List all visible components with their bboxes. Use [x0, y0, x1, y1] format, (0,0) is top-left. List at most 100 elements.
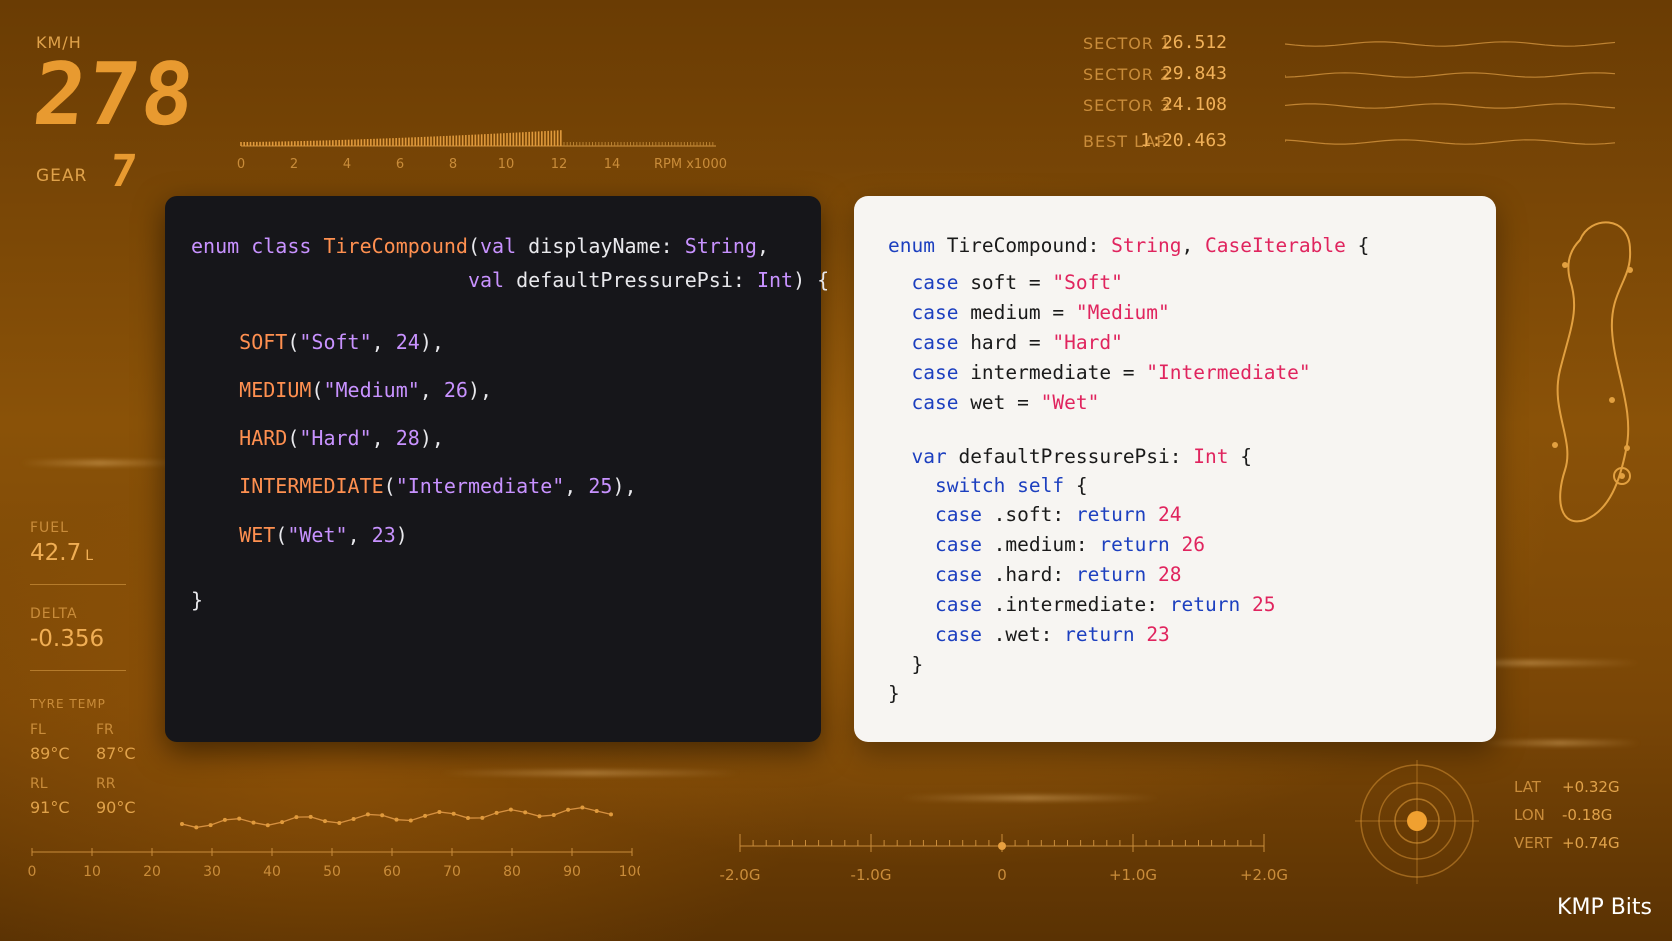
- code-line: WET("Wet", 23): [191, 522, 408, 548]
- axis-tick-label: 20: [143, 864, 161, 880]
- code-token: hard =: [970, 331, 1053, 354]
- code-line: case .medium: return 26: [888, 532, 1205, 558]
- sparkline-point: [208, 823, 213, 828]
- axis-tick-label: 50: [323, 864, 341, 880]
- sparkline-point: [480, 815, 485, 820]
- rpm-tick-label: 6: [396, 157, 404, 172]
- sparkline-point: [265, 823, 270, 828]
- light-streak: [1480, 740, 1640, 746]
- code-line: val defaultPressurePsi: Int) {: [191, 267, 829, 293]
- rpm-tick-label: 10: [498, 157, 515, 172]
- g-axis-marker: [998, 842, 1006, 850]
- sparkline-point: [180, 822, 184, 826]
- axis-tick-label: 40: [263, 864, 281, 880]
- code-token: INTERMEDIATE: [239, 474, 384, 498]
- code-line: }: [888, 681, 900, 707]
- code-token: .intermediate:: [993, 593, 1170, 616]
- tyre-position: RL: [30, 776, 48, 792]
- code-token: case: [934, 563, 994, 586]
- code-token: 25: [1251, 593, 1276, 616]
- code-token: 28: [395, 426, 420, 450]
- code-line: }: [888, 652, 923, 678]
- code-line: case medium = "Medium": [888, 300, 1169, 326]
- tyre-position: FR: [96, 722, 114, 738]
- code-token: val: [480, 234, 529, 258]
- code-token: ),: [467, 378, 493, 402]
- sector-time: 26.512: [1161, 32, 1227, 53]
- sector-trace: [1285, 103, 1616, 109]
- code-token: .soft:: [993, 503, 1076, 526]
- sparkline-point: [609, 812, 613, 817]
- sparkline-point: [523, 810, 528, 815]
- rpm-tick-label: 14: [604, 157, 621, 172]
- code-token: return: [1099, 533, 1182, 556]
- sector-label: SECTOR 1: [1083, 34, 1172, 53]
- tyre-position: RR: [96, 776, 116, 792]
- code-token: case: [911, 361, 971, 384]
- track-map: [1552, 221, 1633, 523]
- sparkline-point: [237, 816, 242, 821]
- tyre-temp: 89°C: [30, 744, 70, 763]
- code-token: enum class: [191, 234, 324, 258]
- code-token: 25: [588, 474, 613, 498]
- delta-value: -0.356: [30, 626, 105, 652]
- sparkline-point: [423, 813, 428, 818]
- code-token: ,: [371, 330, 396, 354]
- code-token: }: [888, 682, 900, 705]
- code-token: 23: [371, 523, 396, 547]
- code-line: enum class TireCompound(val displayName:…: [191, 233, 769, 259]
- sparkline-point: [594, 808, 599, 813]
- code-token: (: [275, 523, 288, 547]
- sector-trace: [1285, 72, 1616, 78]
- divider: [30, 584, 126, 585]
- code-token: ,: [564, 474, 589, 498]
- sector-time: 29.843: [1161, 63, 1227, 84]
- code-line: enum TireCompound: String, CaseIterable …: [888, 233, 1369, 259]
- rpm-tick-label: 8: [449, 157, 457, 172]
- code-token: HARD: [239, 426, 288, 450]
- g-axis-tick-label: -1.0G: [851, 866, 892, 882]
- code-token: ): [395, 523, 408, 547]
- code-token: WET: [239, 523, 276, 547]
- brand-logo-text: KMP Bits: [1557, 895, 1652, 920]
- code-token: (: [467, 234, 480, 258]
- sector-trace-line: [1285, 103, 1616, 109]
- sector-row: SECTOR 1 26.512: [1083, 32, 1643, 58]
- g-axis-tick-label: +1.0G: [1109, 866, 1157, 882]
- sector-trace: [1285, 41, 1616, 47]
- axis-tick-label: 60: [383, 864, 401, 880]
- code-token: ,: [1181, 234, 1206, 257]
- sector-time: 1:20.463: [1140, 130, 1227, 151]
- code-line: HARD("Hard", 28),: [191, 425, 444, 451]
- code-line: SOFT("Soft", 24),: [191, 329, 444, 355]
- axis-tick-label: 30: [203, 864, 221, 880]
- rpm-gauge: 0 2 4 6 8 10 12 14 RPM x1000: [237, 130, 727, 172]
- code-line: case .soft: return 24: [888, 502, 1182, 528]
- code-token: 24: [1158, 503, 1182, 526]
- code-token: intermediate =: [970, 361, 1147, 384]
- code-token: displayName:: [528, 234, 685, 258]
- sparkline-point: [323, 819, 327, 824]
- code-token: 23: [1146, 623, 1170, 646]
- sparkline-point: [308, 814, 313, 819]
- tyre-position: FL: [30, 722, 46, 738]
- code-line: case intermediate = "Intermediate": [888, 360, 1310, 386]
- delta-label: DELTA: [30, 606, 78, 622]
- code-token: TireCompound: [323, 234, 468, 258]
- code-token: 24: [395, 330, 420, 354]
- sparkline-point: [337, 820, 342, 825]
- sparkline-point: [280, 820, 285, 825]
- g-force-value: -0.18G: [1562, 806, 1613, 824]
- rpm-unit-label: RPM x1000: [654, 157, 727, 172]
- g-force-value: +0.32G: [1562, 778, 1620, 796]
- code-token: .hard:: [993, 563, 1076, 586]
